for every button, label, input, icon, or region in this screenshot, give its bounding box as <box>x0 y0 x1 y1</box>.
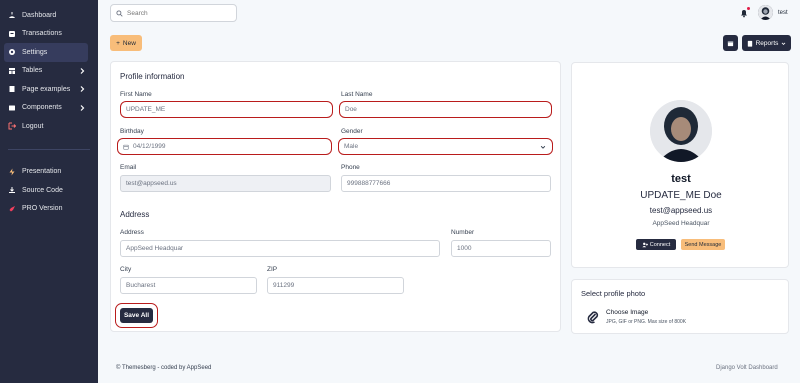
new-button[interactable]: + New <box>110 35 142 51</box>
gender-select[interactable]: Male <box>338 138 553 155</box>
sidebar-item-tables[interactable]: Tables <box>0 62 98 81</box>
birthday-field[interactable]: 04/12/1999 <box>117 138 332 155</box>
email-field: test@appseed.us <box>120 175 331 192</box>
last-name-label: Last Name <box>341 91 373 98</box>
chevron-right-icon <box>80 104 85 111</box>
settings-gear-icon <box>8 48 16 56</box>
sidebar-item-label: Tables <box>22 67 43 75</box>
connect-button[interactable]: Connect <box>636 239 676 250</box>
profile-address: AppSeed Headquar <box>652 220 710 227</box>
sidebar-item-presentation[interactable]: Presentation <box>0 163 98 182</box>
user-name[interactable]: test <box>778 10 788 16</box>
paperclip-icon <box>587 311 599 324</box>
city-field[interactable]: Bucharest <box>120 277 257 294</box>
sidebar-item-label: Transactions <box>22 30 62 38</box>
profile-avatar <box>650 100 712 162</box>
sidebar-item-pro-version[interactable]: PRO Version <box>0 200 98 219</box>
sidebar-item-label: Page examples <box>22 85 71 93</box>
save-button-highlight: Save All <box>115 303 158 328</box>
new-button-label: New <box>122 39 136 47</box>
footer-credit: © Themesberg - coded by AppSeed <box>116 365 212 371</box>
sidebar-item-dashboard[interactable]: Dashboard <box>0 6 98 25</box>
gender-label: Gender <box>341 128 363 135</box>
chevron-right-icon <box>80 86 85 92</box>
search-icon <box>116 9 123 17</box>
first-name-label: First Name <box>120 91 152 98</box>
calendar-button[interactable] <box>723 35 738 51</box>
profile-information-card: Profile information First Name UPDATE_ME… <box>110 61 561 332</box>
search-box[interactable] <box>110 4 237 22</box>
photo-card-title: Select profile photo <box>581 289 646 298</box>
avatar[interactable] <box>758 5 773 20</box>
address-section-title: Address <box>120 210 150 219</box>
plus-icon: + <box>116 39 120 47</box>
choose-image-label[interactable]: Choose Image <box>606 309 648 316</box>
sidebar-item-settings[interactable]: Settings <box>4 43 88 62</box>
reports-button[interactable]: Reports <box>742 35 791 51</box>
sidebar-item-components[interactable]: Components <box>0 99 98 118</box>
sidebar-item-label: Logout <box>22 122 44 130</box>
search-input[interactable] <box>127 9 227 17</box>
dashboard-icon <box>8 11 16 19</box>
photo-hint: JPG, GIF or PNG. Max size of 800K <box>606 319 687 325</box>
reports-button-label: Reports <box>755 39 779 47</box>
sidebar-item-label: Settings <box>22 48 48 56</box>
profile-username: test <box>671 173 691 185</box>
address-label: Address <box>120 229 144 236</box>
phone-field[interactable]: 999888777666 <box>341 175 551 192</box>
phone-label: Phone <box>341 164 360 171</box>
clipboard-icon <box>747 40 752 47</box>
number-label: Number <box>451 229 475 236</box>
email-label: Email <box>120 164 137 171</box>
user-plus-icon <box>642 242 648 247</box>
zip-label: ZIP <box>267 266 278 273</box>
save-all-button[interactable]: Save All <box>120 308 153 323</box>
sidebar-item-label: Source Code <box>22 186 63 194</box>
sidebar-item-source-code[interactable]: Source Code <box>0 181 98 200</box>
profile-photo-card: Select profile photo Choose Image JPG, G… <box>571 279 789 334</box>
page-examples-icon <box>8 85 16 93</box>
profile-full-name: UPDATE_ME Doe <box>640 190 722 201</box>
sidebar-item-page-examples[interactable]: Page examples <box>0 80 98 99</box>
sidebar-divider <box>8 148 90 150</box>
sidebar-item-label: Dashboard <box>22 11 57 19</box>
sidebar-item-label: Presentation <box>22 168 62 176</box>
logout-icon <box>8 122 16 130</box>
calendar-icon <box>727 40 734 46</box>
footer-brand: Django Volt Dashboard <box>716 365 778 371</box>
rocket-icon <box>8 205 16 213</box>
address-field[interactable]: AppSeed Headquar <box>120 240 440 257</box>
send-message-button[interactable]: Send Message <box>681 239 725 250</box>
tables-icon <box>8 67 16 75</box>
zip-field[interactable]: 911299 <box>267 277 404 294</box>
sidebar-item-label: Components <box>22 104 62 112</box>
number-field[interactable]: 1000 <box>451 240 551 257</box>
sidebar-item-label: PRO Version <box>22 205 63 213</box>
city-label: City <box>120 266 132 273</box>
notification-dot <box>747 7 750 10</box>
main-content: test + New Reports Profile information F… <box>98 0 800 383</box>
profile-card: test UPDATE_ME Doe test@appseed.us AppSe… <box>571 62 789 268</box>
transactions-icon <box>8 30 16 38</box>
calendar-icon <box>123 144 129 150</box>
chevron-down-icon <box>782 42 786 45</box>
components-icon <box>8 104 16 112</box>
birthday-label: Birthday <box>120 128 144 135</box>
sidebar-item-logout[interactable]: Logout <box>0 117 98 136</box>
first-name-field[interactable]: UPDATE_ME <box>120 101 333 118</box>
last-name-field[interactable]: Doe <box>339 101 552 118</box>
sidebar: Dashboard Transactions Settings Tables P… <box>0 0 98 383</box>
chevron-right-icon <box>80 67 85 74</box>
sidebar-item-transactions[interactable]: Transactions <box>0 25 98 44</box>
profile-information-title: Profile information <box>120 72 185 81</box>
profile-email: test@appseed.us <box>649 206 713 215</box>
chevron-down-icon <box>540 145 546 149</box>
lightning-icon <box>8 168 16 176</box>
download-icon <box>8 186 16 194</box>
